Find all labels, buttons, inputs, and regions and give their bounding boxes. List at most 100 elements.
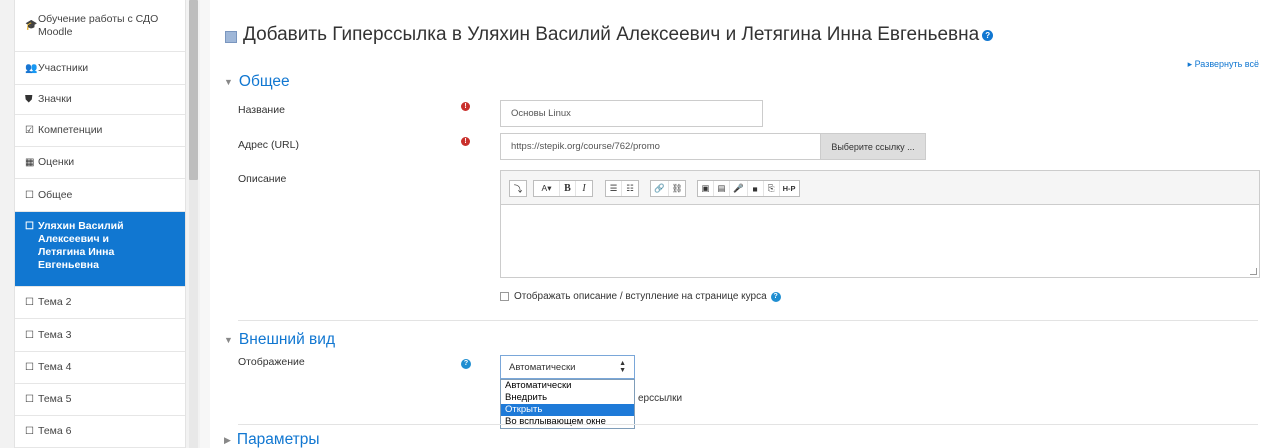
choose-link-button[interactable]: Выберите ссылку ...	[820, 133, 926, 160]
editor-content-area[interactable]	[501, 206, 1259, 277]
h5p-icon[interactable]: H-P	[780, 181, 799, 196]
sidebar-item-label: Тема 3	[38, 328, 72, 341]
description-label: Описание	[238, 173, 287, 185]
show-description-label: Отображать описание / вступление на стра…	[514, 291, 767, 302]
name-label: Название	[238, 104, 285, 116]
url-input[interactable]	[500, 133, 821, 160]
section-divider	[238, 320, 1258, 321]
sidebar-item-topic-2[interactable]: ☐ Тема 2	[15, 287, 185, 319]
toolbar-group-format: A▾ B I	[533, 180, 593, 197]
main-content: Добавить Гиперссылка в Уляхин Василий Ал…	[210, 0, 1279, 448]
course-nav-drawer: 🎓 Обучение работы с СДО Moodle 👥 Участни…	[0, 0, 200, 448]
folder-icon: ☐	[25, 189, 34, 201]
section-parameters-toggle[interactable]: ▶ Параметры	[224, 431, 320, 448]
sidebar-item-general[interactable]: ☐ Общее	[15, 179, 185, 212]
sidebar-item-label: Тема 6	[38, 425, 72, 437]
help-icon[interactable]: ?	[461, 359, 471, 369]
shield-icon: ⛊	[25, 94, 33, 105]
resize-grip-icon[interactable]	[1250, 268, 1257, 275]
toolbar-group-lists: ☰ ☷	[605, 180, 639, 197]
unordered-list-icon[interactable]: ☰	[606, 181, 622, 196]
toolbar-group-media: ▣ ▤ 🎤 ■ ⎘ H-P	[697, 180, 800, 197]
expand-all-link[interactable]: ▸ Развернуть всё	[1188, 59, 1259, 70]
sidebar-item-current-section[interactable]: ☐ Уляхин Василий Алексеевич и Летягина И…	[15, 212, 185, 287]
caret-down-icon: ▼	[224, 335, 233, 345]
option-automatic[interactable]: Автоматически	[501, 380, 634, 392]
table-icon: ▦	[25, 157, 35, 168]
section-divider	[238, 424, 1258, 425]
section-appearance-toggle[interactable]: ▼ Внешний вид	[224, 331, 335, 349]
sidebar-item-label: Уляхин Василий Алексеевич и Летягина Инн…	[38, 220, 124, 271]
sidebar-item-grades[interactable]: ▦ Оценки	[15, 147, 185, 179]
italic-icon[interactable]: I	[576, 181, 592, 196]
display-options-list: Автоматически Внедрить Открыть Во всплыв…	[500, 379, 635, 429]
image-icon[interactable]: ▣	[698, 181, 714, 196]
folder-icon: ☐	[25, 297, 34, 308]
link-icon[interactable]: 🔗	[651, 181, 669, 196]
display-select[interactable]: Автоматически ▲ ▼	[500, 355, 635, 379]
sidebar-item-label: Значки	[38, 93, 72, 105]
sidebar-item-topic-5[interactable]: ☐ Тема 5	[15, 384, 185, 416]
page-title-text: Добавить Гиперссылка в Уляхин Василий Ал…	[243, 24, 980, 45]
sidebar-item-label: Компетенции	[38, 124, 103, 136]
page-title: Добавить Гиперссылка в Уляхин Василий Ал…	[225, 24, 994, 46]
required-icon: !	[461, 137, 470, 146]
sidebar-item-course[interactable]: 🎓 Обучение работы с СДО Moodle	[15, 0, 185, 52]
sidebar-item-participants[interactable]: 👥 Участники	[15, 52, 185, 85]
toolbar-group-links: 🔗 ⛓	[650, 180, 687, 197]
show-description-checkbox[interactable]	[500, 292, 509, 301]
caret-down-icon: ▼	[224, 77, 233, 87]
help-icon[interactable]: ?	[982, 29, 994, 41]
sidebar-item-topic-4[interactable]: ☐ Тема 4	[15, 352, 185, 384]
option-popup[interactable]: Во всплывающем окне	[501, 416, 634, 428]
folder-icon: ☐	[25, 362, 34, 373]
users-icon: 👥	[25, 62, 38, 74]
help-icon[interactable]: ?	[770, 291, 781, 302]
caret-right-icon: ▶	[224, 434, 231, 445]
display-label: Отображение	[238, 356, 305, 368]
section-parameters-heading: Параметры	[236, 431, 320, 448]
section-appearance-heading: Внешний вид	[238, 331, 335, 348]
manage-files-icon[interactable]: ⎘	[764, 181, 780, 196]
sidebar-scroll-thumb[interactable]	[189, 0, 198, 180]
course-nav-list: 🎓 Обучение работы с СДО Moodle 👥 Участни…	[14, 0, 186, 448]
required-icon: !	[461, 102, 470, 111]
sidebar-item-topic-3[interactable]: ☐ Тема 3	[15, 319, 185, 352]
display-select-value: Автоматически	[509, 361, 576, 373]
name-input[interactable]	[500, 100, 763, 127]
sidebar-item-label: Обучение работы с СДО Moodle	[38, 12, 159, 38]
sidebar-item-label: Тема 4	[38, 361, 72, 373]
checkbox-icon: ☑	[25, 125, 34, 136]
select-arrows-icon: ▲ ▼	[619, 360, 626, 374]
option-embed[interactable]: Внедрить	[501, 392, 634, 404]
toolbar-toggle-icon[interactable]: ⤵	[510, 181, 526, 196]
graduation-cap-icon: 🎓	[25, 20, 38, 31]
media-icon[interactable]: ▤	[714, 181, 730, 196]
unlink-icon[interactable]: ⛓	[669, 181, 686, 196]
section-general-heading: Общее	[238, 73, 290, 90]
folder-icon: ☐	[25, 394, 34, 405]
sidebar-item-label: Тема 5	[38, 393, 72, 405]
toolbar-group-expand: ⤵	[509, 180, 527, 197]
sidebar-item-badges[interactable]: ⛊ Значки	[15, 85, 185, 115]
sidebar-item-competencies[interactable]: ☑ Компетенции	[15, 115, 185, 147]
bold-icon[interactable]: B	[560, 181, 576, 196]
section-general-toggle[interactable]: ▼ Общее	[224, 73, 290, 91]
folder-icon: ☐	[25, 329, 34, 341]
obscured-option-text: ерссылки	[638, 393, 683, 404]
ordered-list-icon[interactable]: ☷	[622, 181, 638, 196]
show-description-option[interactable]: Отображать описание / вступление на стра…	[500, 291, 781, 302]
paragraph-style-icon[interactable]: A▾	[534, 181, 560, 196]
folder-icon: ☐	[25, 221, 34, 232]
description-editor: ⤵ A▾ B I ☰ ☷ 🔗 ⛓ ▣ ▤ 🎤 ■ ⎘ H-P	[500, 170, 1260, 278]
sidebar-item-label: Общее	[38, 188, 73, 201]
editor-toolbar: ⤵ A▾ B I ☰ ☷ 🔗 ⛓ ▣ ▤ 🎤 ■ ⎘ H-P	[501, 171, 1259, 205]
url-module-icon	[225, 30, 237, 43]
option-open[interactable]: Открыть	[501, 404, 634, 416]
url-label: Адрес (URL)	[238, 139, 299, 151]
sidebar-item-topic-6[interactable]: ☐ Тема 6	[15, 416, 185, 448]
folder-icon: ☐	[25, 426, 34, 437]
expand-all-label: Развернуть всё	[1194, 59, 1259, 69]
microphone-icon[interactable]: 🎤	[730, 181, 748, 196]
video-icon[interactable]: ■	[748, 181, 764, 196]
